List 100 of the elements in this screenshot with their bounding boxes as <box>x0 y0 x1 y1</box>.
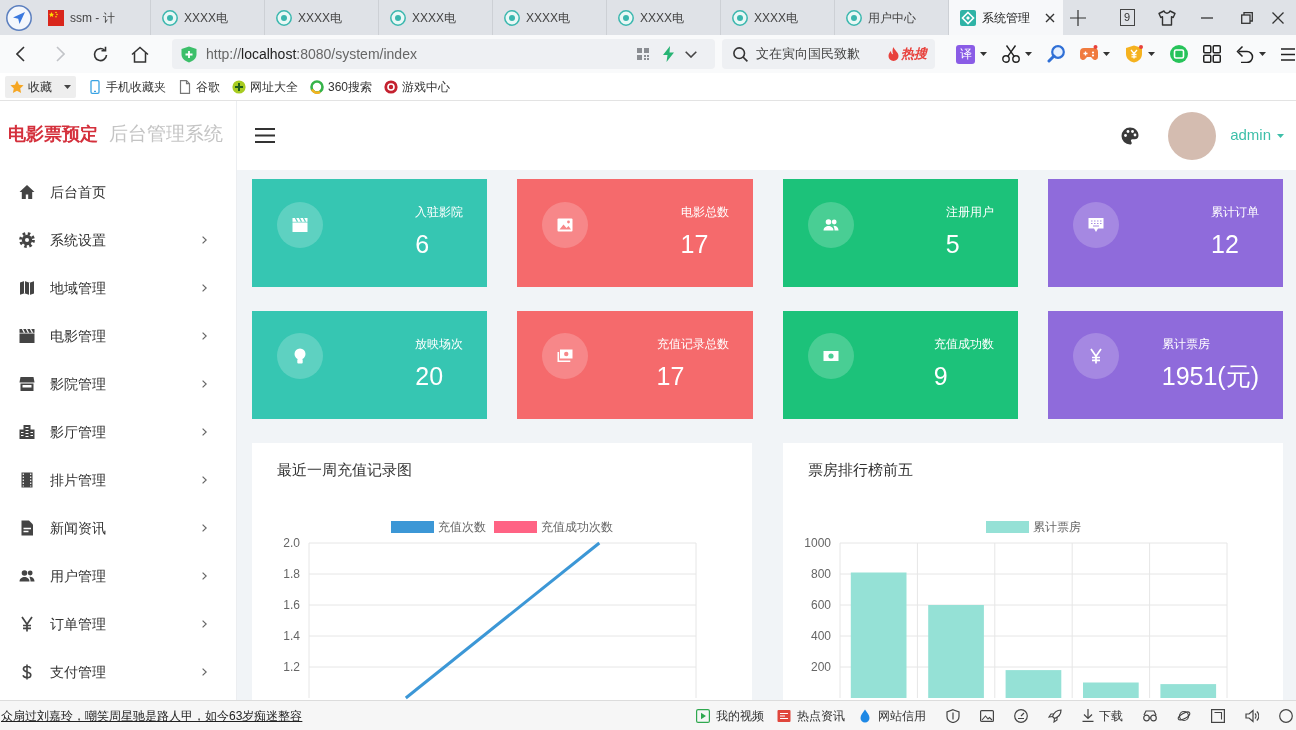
stat-label: 充值记录总数 <box>656 336 729 352</box>
search-field[interactable]: 文在寅向国民致歉 热搜 <box>722 39 935 69</box>
document-icon <box>19 520 35 536</box>
chevron-down-icon[interactable] <box>685 50 697 58</box>
compass-icon[interactable] <box>5 4 32 31</box>
chevron-right-icon[interactable] <box>202 524 207 532</box>
dollar-icon <box>19 664 35 680</box>
chevron-right-icon[interactable] <box>202 572 207 580</box>
building-icon <box>19 424 35 440</box>
bookmark-link[interactable]: 谷歌 <box>178 77 220 96</box>
rocket-icon[interactable] <box>1048 708 1062 723</box>
shield-icon[interactable] <box>946 708 960 723</box>
caret-icon[interactable] <box>1103 52 1110 56</box>
palette-icon[interactable] <box>1121 126 1140 145</box>
stat-label: 放映场次 <box>415 336 464 352</box>
ring-icon <box>618 9 634 26</box>
bookmark-link[interactable]: 360搜索 <box>310 77 373 96</box>
gamepad-icon[interactable] <box>1080 45 1098 63</box>
magnifier-icon[interactable] <box>1047 45 1065 63</box>
home-icon[interactable] <box>131 45 149 63</box>
bookmark-link[interactable]: 网址大全 <box>232 77 298 96</box>
menu-icon[interactable] <box>1281 47 1295 61</box>
tab-count-button[interactable]: 9 <box>1119 9 1135 26</box>
chevron-right-icon[interactable] <box>202 332 207 340</box>
address-field[interactable]: http://localhost:8080/system/index <box>172 39 715 69</box>
diamond-icon <box>960 9 976 26</box>
planet-icon[interactable] <box>1177 708 1191 723</box>
status-link[interactable]: 热点资讯 <box>777 706 845 725</box>
legend-swatch-icon[interactable] <box>391 521 434 533</box>
bookmark-link[interactable]: 游戏中心 <box>384 77 451 96</box>
chevron-right-icon[interactable] <box>202 236 207 244</box>
translate-button[interactable]: 译 <box>956 44 975 64</box>
search-icon[interactable] <box>733 46 748 62</box>
bookmark-link[interactable]: 手机收藏夹 <box>88 77 166 96</box>
legend-label[interactable]: 累计票房 <box>1032 518 1081 536</box>
download-link[interactable]: 下载 <box>1082 706 1123 725</box>
ring-icon <box>846 9 862 26</box>
restore-icon[interactable] <box>1241 11 1253 24</box>
speaker-icon[interactable] <box>1245 708 1259 723</box>
sidebar-menu-item[interactable]: 影厅管理 <box>0 408 236 456</box>
glasses-icon[interactable] <box>1143 708 1157 723</box>
back-icon[interactable] <box>15 46 25 62</box>
close-icon[interactable] <box>1272 11 1284 24</box>
caret-icon[interactable] <box>980 52 987 56</box>
undo-icon[interactable] <box>1236 45 1254 63</box>
legend-swatch-icon[interactable] <box>494 521 537 533</box>
chevron-right-icon[interactable] <box>202 668 207 676</box>
favorites-button[interactable]: 收藏 <box>5 75 76 98</box>
people-icon <box>807 202 854 248</box>
legend-label[interactable]: 充值成功次数 <box>541 518 613 536</box>
image-icon[interactable] <box>980 708 994 723</box>
stat-value: 5 <box>945 229 961 259</box>
legend-label[interactable]: 充值次数 <box>438 518 486 536</box>
shirt-icon[interactable] <box>1158 9 1176 26</box>
star-icon <box>10 79 24 94</box>
sidebar-menu-item[interactable]: 排片管理 <box>0 456 236 504</box>
menu-icon[interactable] <box>255 128 275 143</box>
qr-code-icon[interactable] <box>637 48 649 60</box>
stat-value: 9 <box>933 361 949 391</box>
caret-icon[interactable] <box>64 84 71 89</box>
y-axis-label: 200 <box>810 660 831 674</box>
caret-icon[interactable] <box>1025 52 1032 56</box>
close-icon[interactable] <box>1045 12 1055 23</box>
sidebar-menu-item[interactable]: 影院管理 <box>0 360 236 408</box>
sidebar-menu-item[interactable]: 新闻资讯 <box>0 504 236 552</box>
circle-icon[interactable] <box>1279 708 1293 723</box>
chevron-right-icon[interactable] <box>202 380 207 388</box>
chevron-right-icon[interactable] <box>202 284 207 292</box>
gauge-icon[interactable] <box>1014 708 1028 723</box>
minimize-icon[interactable] <box>1201 16 1213 19</box>
chevron-right-icon[interactable] <box>202 428 207 436</box>
document-icon <box>178 79 192 94</box>
reload-icon[interactable] <box>91 45 109 63</box>
sidebar-menu-item[interactable]: 系统设置 <box>0 216 236 264</box>
sidebar-menu-item[interactable]: 电影管理 <box>0 312 236 360</box>
window-icon[interactable] <box>1211 708 1225 723</box>
status-link[interactable]: 我的视频 <box>696 706 764 725</box>
sidebar-menu-item[interactable]: 地域管理 <box>0 264 236 312</box>
sidebar-menu-item[interactable]: 订单管理 <box>0 600 236 648</box>
chevron-right-icon[interactable] <box>202 476 207 484</box>
sidebar-menu-item[interactable]: 后台首页 <box>0 168 236 216</box>
sidebar-menu-item[interactable]: 用户管理 <box>0 552 236 600</box>
hot-search-link[interactable]: 热搜 <box>888 44 927 64</box>
news-link[interactable]: 众扇过刘嘉玲，嘲笑周星驰是路人甲，如今63岁痴迷整容 <box>1 706 303 725</box>
y-axis-label: 400 <box>810 629 831 643</box>
sidebar-menu-item[interactable]: 支付管理 <box>0 648 236 696</box>
chevron-right-icon[interactable] <box>202 620 207 628</box>
plus-icon[interactable] <box>1070 9 1086 26</box>
caret-icon[interactable] <box>1259 52 1266 56</box>
browser-tab[interactable]: 系统管理 <box>949 0 1063 35</box>
brand-name: 电影票预定 <box>8 123 98 146</box>
grid-icon[interactable] <box>1203 45 1221 63</box>
status-link[interactable]: 网站信用 <box>858 706 926 725</box>
banknote-icon <box>807 333 854 379</box>
scissors-icon[interactable] <box>1002 45 1020 63</box>
shield-icon[interactable] <box>1125 45 1143 63</box>
home-icon <box>19 184 35 200</box>
legend-swatch-icon[interactable] <box>985 521 1029 533</box>
target-icon <box>384 79 399 94</box>
caret-icon[interactable] <box>1148 52 1155 56</box>
